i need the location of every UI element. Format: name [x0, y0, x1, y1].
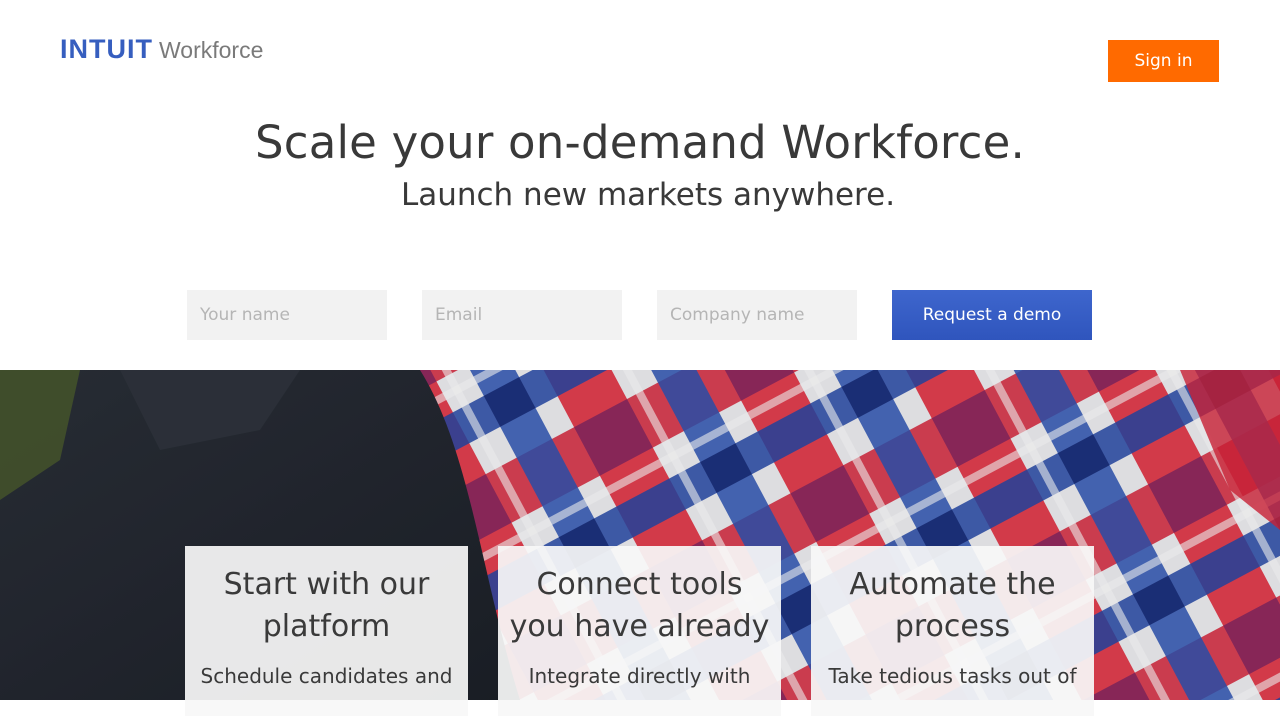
sign-in-button[interactable]: Sign in: [1108, 40, 1219, 82]
card-title-line: you have already: [509, 609, 770, 644]
intuit-workforce-logo[interactable]: INTUIT Workforce: [60, 34, 263, 65]
card-text: Schedule candidates and: [200, 664, 453, 688]
hero-subtitle: Launch new markets anywhere.: [400, 177, 896, 213]
feature-card-automate: Automate the process Take tedious tasks …: [811, 546, 1094, 716]
logo-brand: INTUIT: [60, 34, 153, 64]
card-title-line: process: [894, 609, 1011, 644]
feature-card-connect-tools: Connect tools you have already Integrate…: [498, 546, 781, 716]
card-title-line: Start with our: [223, 567, 430, 602]
card-title-line: Connect tools: [536, 567, 743, 602]
logo-product-name: Workforce: [159, 37, 264, 63]
request-demo-button[interactable]: Request a demo: [892, 290, 1092, 340]
company-name-input[interactable]: [657, 290, 857, 340]
site-header: INTUIT Workforce Sign in: [0, 0, 1280, 100]
email-input[interactable]: [422, 290, 622, 340]
card-text: Integrate directly with: [528, 664, 751, 688]
feature-card-platform: Start with our platform Schedule candida…: [185, 546, 468, 716]
card-title-line: platform: [262, 609, 391, 644]
card-title-line: Automate the: [849, 567, 1056, 602]
card-text: Take tedious tasks out of: [828, 664, 1077, 688]
name-input[interactable]: [187, 290, 387, 340]
hero-title: Scale your on-demand Workforce.: [255, 116, 1025, 169]
